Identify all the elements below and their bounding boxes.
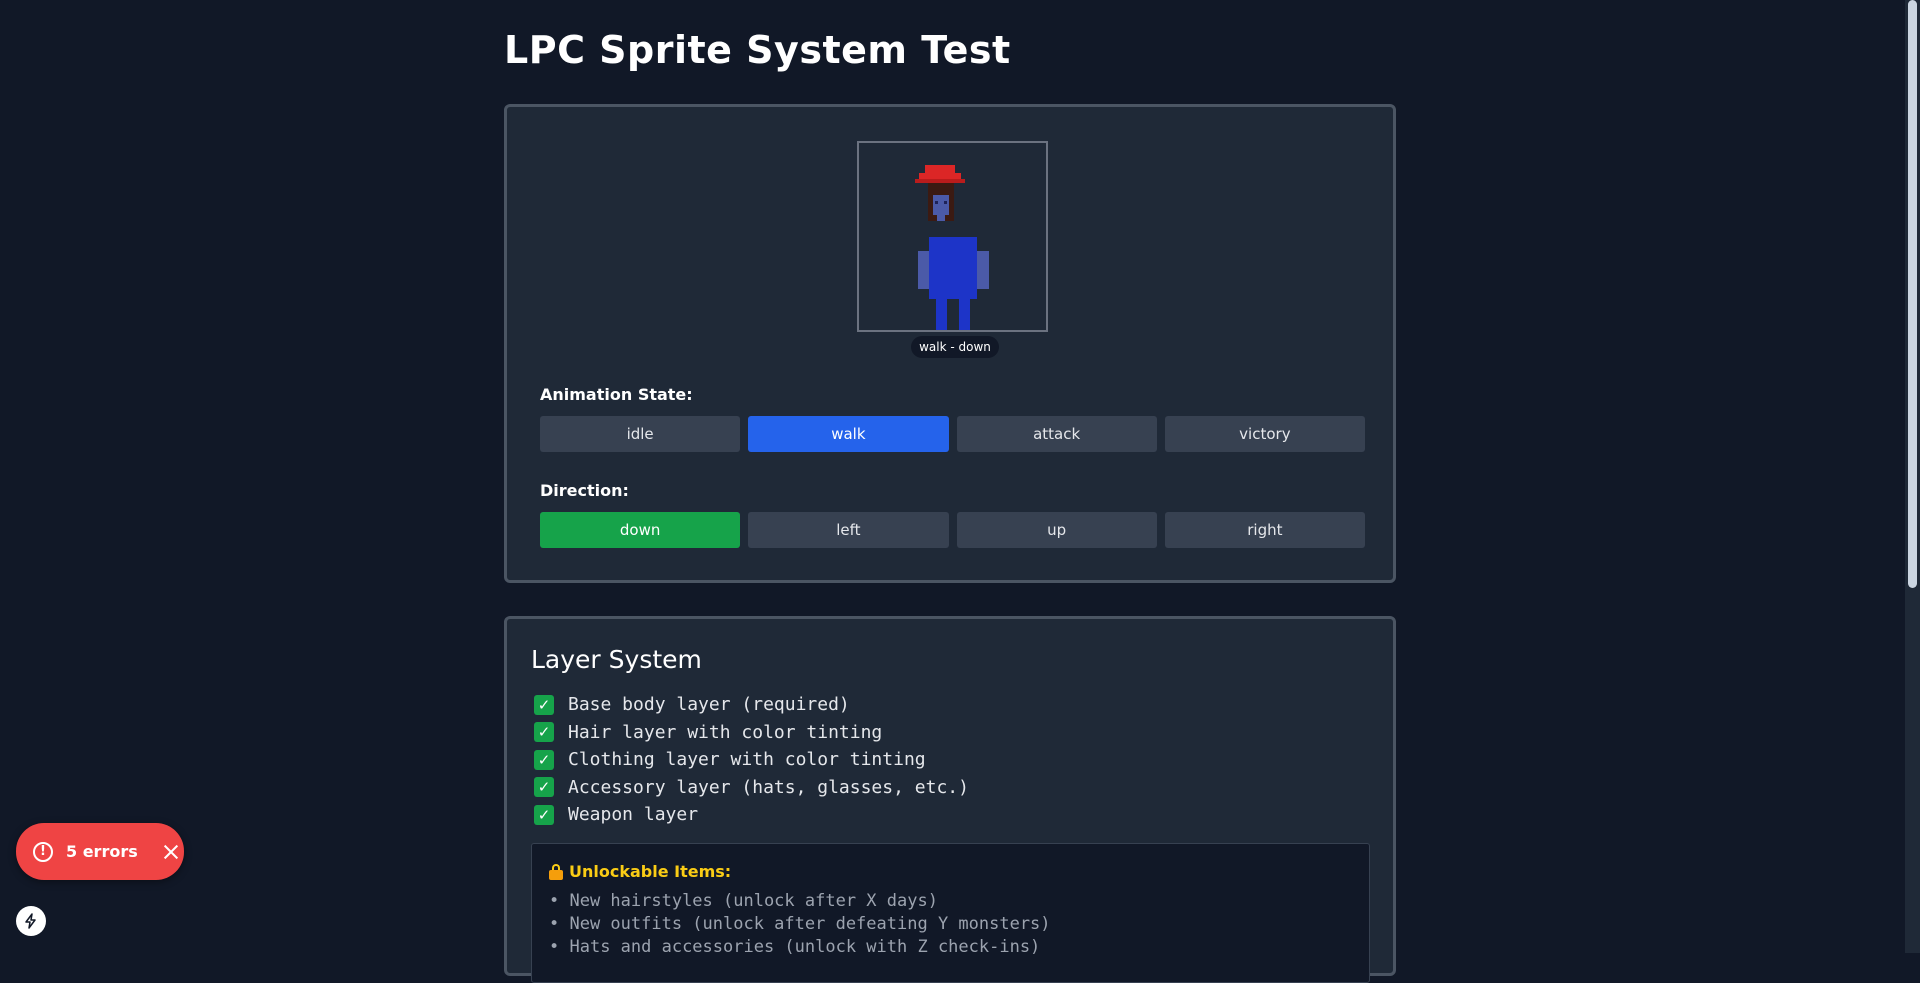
list-item: ✓ Weapon layer (534, 801, 969, 829)
sprite-panel: walk - down Animation State: idle walk a… (504, 104, 1396, 583)
page-title: LPC Sprite System Test (504, 28, 1011, 72)
animation-walk-button[interactable]: walk (748, 416, 949, 452)
animation-state-buttons: idle walk attack victory (540, 416, 1365, 452)
layer-item-label: Clothing layer with color tinting (568, 749, 926, 771)
list-item: ✓ Hair layer with color tinting (534, 719, 969, 747)
sprite-state-label: walk - down (911, 336, 999, 358)
check-icon: ✓ (534, 694, 554, 715)
layer-system-panel: Layer System ✓ Base body layer (required)… (504, 616, 1396, 983)
animation-victory-button[interactable]: victory (1164, 416, 1365, 452)
character-sprite (915, 165, 989, 330)
lock-icon (549, 863, 563, 880)
layer-list: ✓ Base body layer (required) ✓ Hair layer … (534, 691, 969, 829)
list-item: New outfits (unlock after defeating Y mo… (549, 913, 1050, 936)
scrollbar[interactable] (1905, 0, 1920, 953)
direction-left-button[interactable]: left (748, 512, 949, 548)
list-item: New hairstyles (unlock after X days) (549, 890, 1051, 913)
layer-item-label: Weapon layer (568, 804, 699, 826)
layer-system-title: Layer System (531, 645, 702, 674)
check-icon: ✓ (534, 722, 554, 743)
animation-idle-button[interactable]: idle (540, 416, 741, 452)
error-toast[interactable]: ! 5 errors (16, 823, 184, 880)
check-icon: ✓ (534, 749, 554, 770)
alert-icon: ! (33, 841, 53, 862)
list-item: ✓ Base body layer (required) (534, 691, 969, 719)
list-item: Hats and accessories (unlock with Z chec… (549, 936, 1051, 959)
direction-buttons: down left up right (540, 512, 1365, 548)
layer-item-label: Accessory layer (hats, glasses, etc.) (568, 776, 969, 798)
sprite-preview (857, 141, 1048, 332)
direction-label: Direction: (540, 481, 629, 500)
unlockable-items-label: Unlockable Items: (569, 862, 732, 881)
unlockable-items-list: New hairstyles (unlock after X days) New… (549, 890, 1051, 959)
list-item: ✓ Clothing layer with color tinting (534, 746, 969, 774)
lightning-icon (25, 913, 36, 929)
direction-right-button[interactable]: right (1164, 512, 1365, 548)
unlockable-items-title: Unlockable Items: (549, 862, 731, 881)
layer-item-label: Hair layer with color tinting (568, 721, 883, 743)
list-item: ✓ Accessory layer (hats, glasses, etc.) (534, 774, 969, 802)
error-count-label: 5 errors (66, 842, 138, 861)
animation-state-label: Animation State: (540, 385, 693, 404)
close-icon[interactable] (162, 843, 180, 861)
direction-down-button[interactable]: down (540, 512, 741, 548)
scrollbar-thumb[interactable] (1908, 0, 1917, 588)
unlockable-items-box: Unlockable Items: New hairstyles (unlock… (531, 843, 1370, 983)
direction-up-button[interactable]: up (956, 512, 1157, 548)
check-icon: ✓ (534, 777, 554, 798)
dev-tools-button[interactable] (16, 906, 46, 936)
layer-item-label: Base body layer (required) (568, 694, 850, 716)
animation-attack-button[interactable]: attack (956, 416, 1157, 452)
check-icon: ✓ (534, 804, 554, 825)
